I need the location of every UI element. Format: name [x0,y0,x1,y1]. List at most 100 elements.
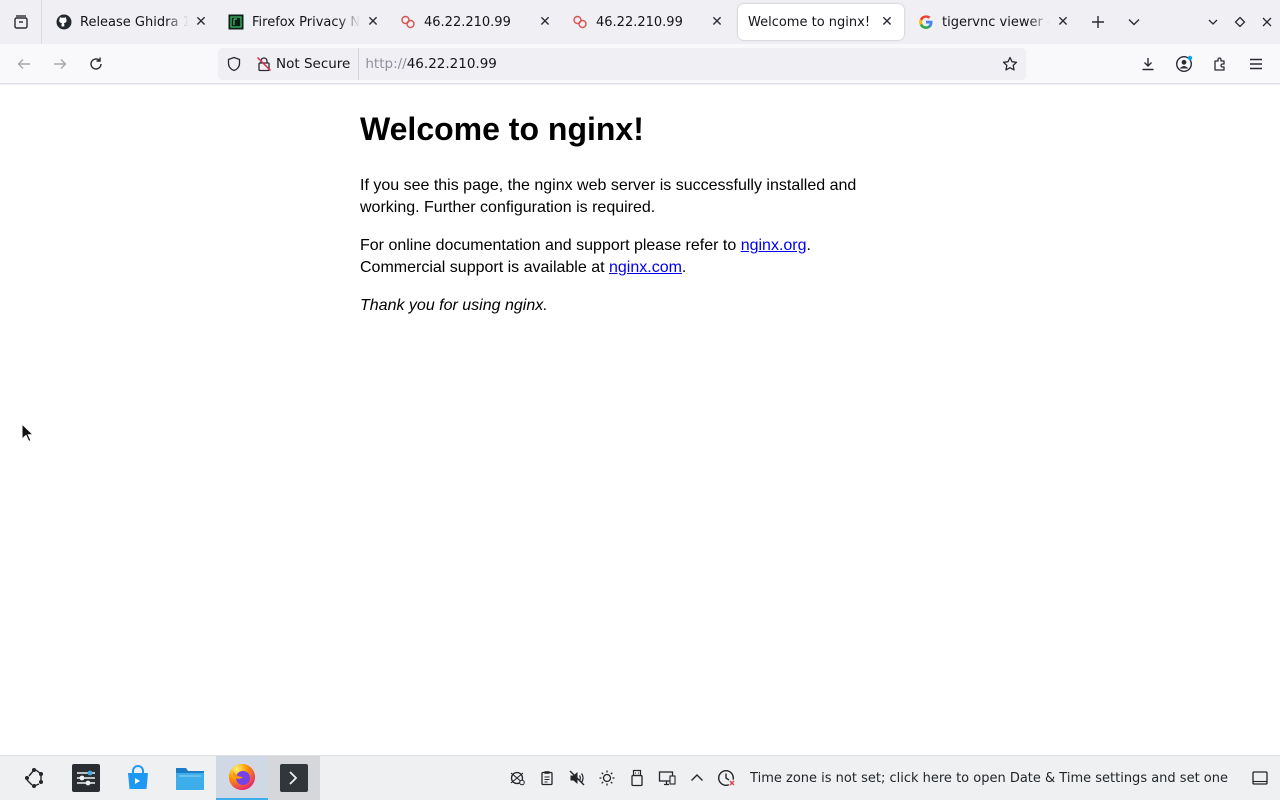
tab-title: Welcome to nginx! [748,14,871,30]
puzzle-icon [1214,57,1225,71]
terminal-green-icon [228,14,244,30]
account-icon [1175,55,1193,73]
close-icon[interactable]: ✕ [708,13,726,31]
new-tab-button[interactable] [1080,4,1116,40]
navigation-toolbar: Not Secure http://46.22.210.99 [0,44,1280,84]
thanks-paragraph: Thank you for using nginx. [360,295,900,317]
url-text[interactable]: http://46.22.210.99 [365,56,994,72]
bookmark-button[interactable] [994,48,1026,80]
mouse-pointer-icon [21,423,35,443]
tab-welcome-nginx[interactable]: Welcome to nginx! ✕ [738,4,904,40]
tab-title: 46.22.210.99 [596,14,683,30]
reload-button[interactable] [78,48,114,80]
clipboard-tray[interactable] [532,756,562,800]
shield-icon [227,56,241,72]
close-icon[interactable]: ✕ [536,13,554,31]
hamburger-menu-icon [1250,58,1262,70]
chevron-up-icon [691,774,704,781]
download-icon [1142,58,1154,71]
reload-icon [90,57,102,70]
thanks-text: Thank you for using nginx. [360,297,548,314]
show-desktop-icon [1252,771,1268,785]
removable-devices-tray[interactable] [622,756,652,800]
system-tray: Time zone is not set; click here to open… [502,756,1280,800]
discover-store-launcher[interactable] [112,756,164,800]
plus-icon [1092,16,1104,28]
downloads-button[interactable] [1130,48,1166,80]
tab-remote-1[interactable]: 46.22.210.99 ✕ [390,4,562,40]
support-text: For online documentation and support ple… [360,237,741,254]
page-content: Welcome to nginx! If you see this page, … [0,85,1280,755]
google-icon [918,14,934,30]
minimize-button[interactable] [1199,0,1226,44]
file-manager-launcher[interactable] [164,756,216,800]
show-desktop-button[interactable] [1240,756,1280,800]
commercial-text: Commercial support is available at [360,259,609,276]
url-scheme: http:// [365,56,407,72]
nginx-org-link[interactable]: nginx.org [741,237,807,254]
system-settings-launcher[interactable] [60,756,112,800]
clock-warning-icon [718,769,736,787]
arrow-left-icon [17,58,30,69]
launcher-icon [25,768,43,788]
usb-drive-icon [631,769,643,787]
firefox-view-button[interactable] [0,0,42,44]
list-all-tabs-button[interactable] [1116,4,1152,40]
tab-release-ghidra[interactable]: Release Ghidra 11 ✕ [46,4,218,40]
support-text-mid: . [806,237,811,254]
app-menu-button[interactable] [1238,48,1274,80]
page-heading: Welcome to nginx! [360,111,644,147]
close-icon[interactable]: ✕ [192,13,210,31]
forward-button[interactable] [42,48,78,80]
close-icon[interactable]: ✕ [1054,13,1072,31]
tab-title: Firefox Privacy Not [252,14,360,30]
tab-title: tigervnc viewer - G [942,14,1050,30]
close-icon[interactable]: ✕ [878,13,896,31]
folder-icon [176,768,204,790]
chevron-down-icon [1208,19,1217,25]
window-controls [1199,0,1280,44]
close-icon [1262,17,1271,27]
github-icon [56,14,72,30]
volume-muted-icon [569,770,585,786]
firefox-view-icon [13,15,28,29]
tab-title: 46.22.210.99 [424,14,511,30]
site-security-button[interactable]: Not Secure [250,48,360,80]
tab-remote-2[interactable]: 46.22.210.99 ✕ [562,4,734,40]
tab-tigervnc[interactable]: tigervnc viewer - G ✕ [908,4,1080,40]
extensions-button[interactable] [1202,48,1238,80]
terminal-task[interactable] [268,756,320,800]
clipboard-icon [541,771,553,786]
tab-list: Release Ghidra 11 ✕ Firefox Privacy Not … [42,0,1152,44]
url-bar[interactable]: Not Secure http://46.22.210.99 [218,48,1026,80]
intro-paragraph: If you see this page, the nginx web serv… [360,177,857,216]
network-tray[interactable] [502,756,532,800]
timezone-message[interactable]: Time zone is not set; click here to open… [742,771,1240,786]
maximize-button[interactable] [1226,0,1253,44]
taskbar: Time zone is not set; click here to open… [0,755,1280,800]
timezone-warning-tray[interactable] [712,756,742,800]
application-launcher[interactable] [8,756,60,800]
close-icon[interactable]: ✕ [364,13,382,31]
brightness-tray[interactable] [592,756,622,800]
url-host: 46.22.210.99 [406,56,497,72]
commercial-text-end: . [681,259,687,276]
shopping-bag-icon [128,765,148,789]
tab-firefox-privacy[interactable]: Firefox Privacy Not ✕ [218,4,390,40]
close-window-button[interactable] [1253,0,1280,44]
arrow-right-icon [54,58,67,69]
volume-tray[interactable] [562,756,592,800]
firefox-icon [229,764,255,790]
settings-sliders-icon [72,764,100,792]
diamond-icon [1234,16,1245,28]
terminal-icon [280,764,308,792]
back-button[interactable] [6,48,42,80]
insecure-lock-icon [256,56,272,72]
display-config-tray[interactable] [652,756,682,800]
firefox-task[interactable] [216,756,268,800]
show-hidden-icons-button[interactable] [682,756,712,800]
tracking-protection-button[interactable] [218,48,250,80]
account-button[interactable] [1166,48,1202,80]
nginx-com-link[interactable]: nginx.com [609,259,682,276]
nginx-welcome: Welcome to nginx! If you see this page, … [360,109,900,333]
